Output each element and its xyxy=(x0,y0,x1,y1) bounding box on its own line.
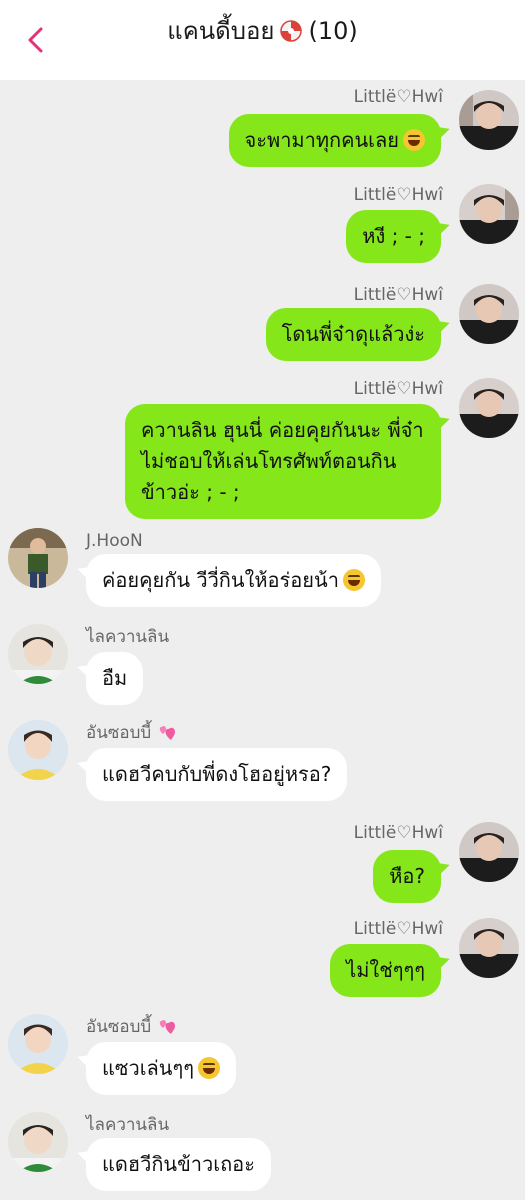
group-name: แคนดี้บอย xyxy=(167,17,275,45)
message-text: แดฮวีกินข้าวเถอะ xyxy=(102,1152,255,1176)
sender-name: J.HooN xyxy=(86,531,143,551)
message-text-line: ไม่ชอบให้เล่นโทรศัพท์ตอนกิน xyxy=(141,449,397,473)
message-row: ไลควานลิน อืม xyxy=(0,622,525,712)
lollipop-icon xyxy=(280,20,303,42)
sender-name: อันซอบบี้ xyxy=(86,1016,179,1038)
message-text: อืม xyxy=(102,666,128,690)
two-hearts-icon xyxy=(160,1019,176,1034)
sender-name: Littlë♡Hwî xyxy=(353,87,443,107)
avatar[interactable] xyxy=(8,1014,68,1074)
grinning-squint-emoji-icon xyxy=(403,129,425,151)
message-row: Littlë♡Hwî หงี ; - ; xyxy=(0,180,525,270)
sender-name: Littlë♡Hwî xyxy=(353,285,443,305)
avatar[interactable] xyxy=(459,822,519,882)
avatar[interactable] xyxy=(459,378,519,438)
member-count: (10) xyxy=(308,17,358,45)
two-hearts-icon xyxy=(160,725,176,740)
message-text: แดฮวีคบกับพี่ดงโฮอยู่หรอ? xyxy=(102,762,332,786)
chat-header: แคนดี้บอย (10) xyxy=(0,0,525,80)
message-text: โดนพี่จ๋าดุแล้วง่ะ xyxy=(281,322,425,346)
avatar[interactable] xyxy=(8,720,68,780)
sender-name-text: อันซอบบี้ xyxy=(86,723,152,743)
message-text: หือ? xyxy=(389,864,425,888)
sender-name: อันซอบบี้ xyxy=(86,722,179,744)
message-bubble[interactable]: หงี ; - ; xyxy=(346,210,441,263)
sender-name: Littlë♡Hwî xyxy=(353,185,443,205)
message-bubble[interactable]: อืม xyxy=(86,652,144,705)
message-row: Littlë♡Hwî โดนพี่จ๋าดุแล้วง่ะ xyxy=(0,280,525,370)
sender-name: ไลควานลิน xyxy=(86,627,170,647)
rolling-laughing-emoji-icon xyxy=(197,1057,220,1079)
message-bubble[interactable]: แดฮวีกินข้าวเถอะ xyxy=(86,1138,271,1191)
message-text: แซวเล่นๆๆ xyxy=(102,1056,194,1080)
avatar[interactable] xyxy=(8,624,68,684)
message-text: ค่อยคุยกัน วีวี่กินให้อร่อยน้า xyxy=(102,568,339,592)
chat-title: แคนดี้บอย (10) xyxy=(0,14,525,48)
message-bubble[interactable]: ค่อยคุยกัน วีวี่กินให้อร่อยน้า xyxy=(86,554,381,607)
avatar[interactable] xyxy=(8,1112,68,1172)
avatar[interactable] xyxy=(459,284,519,344)
message-row: Littlë♡Hwî จะพามาทุกคนเลย xyxy=(0,82,525,172)
sender-name-text: อันซอบบี้ xyxy=(86,1017,152,1037)
sender-name: Littlë♡Hwî xyxy=(353,379,443,399)
message-text: ไม่ใช่ๆๆๆ xyxy=(346,958,425,982)
message-bubble[interactable]: ไม่ใช่ๆๆๆ xyxy=(330,944,441,997)
sender-name: Littlë♡Hwî xyxy=(353,823,443,843)
message-row: ไลควานลิน แดฮวีกินข้าวเถอะ xyxy=(0,1110,525,1200)
avatar[interactable] xyxy=(8,528,68,588)
avatar[interactable] xyxy=(459,184,519,244)
message-bubble[interactable]: แซวเล่นๆๆ xyxy=(86,1042,236,1095)
message-bubble[interactable]: แดฮวีคบกับพี่ดงโฮอยู่หรอ? xyxy=(86,748,348,801)
message-bubble[interactable]: โดนพี่จ๋าดุแล้วง่ะ xyxy=(265,308,441,361)
avatar[interactable] xyxy=(459,90,519,150)
sender-name: ไลควานลิน xyxy=(86,1115,170,1135)
message-text-line: ควานลิน ฮุนนี่ ค่อยคุยกันนะ พี่จ๋า xyxy=(141,418,424,442)
message-row: Littlë♡Hwî หือ? xyxy=(0,820,525,910)
message-row: อันซอบบี้ แซวเล่นๆๆ xyxy=(0,1012,525,1102)
message-row: อันซอบบี้ แดฮวีคบกับพี่ดงโฮอยู่หรอ? xyxy=(0,718,525,814)
message-text-line: ข้าวอ่ะ ; - ; xyxy=(141,480,240,504)
message-bubble[interactable]: ควานลิน ฮุนนี่ ค่อยคุยกันนะ พี่จ๋า ไม่ชอ… xyxy=(125,404,441,519)
message-row: Littlë♡Hwî ควานลิน ฮุนนี่ ค่อยคุยกันนะ พ… xyxy=(0,376,525,519)
message-bubble[interactable]: หือ? xyxy=(373,850,441,903)
message-row: Littlë♡Hwî ไม่ใช่ๆๆๆ xyxy=(0,914,525,1004)
message-row: J.HooN ค่อยคุยกัน วีวี่กินให้อร่อยน้า xyxy=(0,526,525,616)
grinning-squint-emoji-icon xyxy=(342,569,365,591)
avatar[interactable] xyxy=(459,918,519,978)
message-bubble[interactable]: จะพามาทุกคนเลย xyxy=(228,114,441,167)
message-text: จะพามาทุกคนเลย xyxy=(244,128,399,152)
sender-name: Littlë♡Hwî xyxy=(353,919,443,939)
message-text: หงี ; - ; xyxy=(362,224,425,248)
